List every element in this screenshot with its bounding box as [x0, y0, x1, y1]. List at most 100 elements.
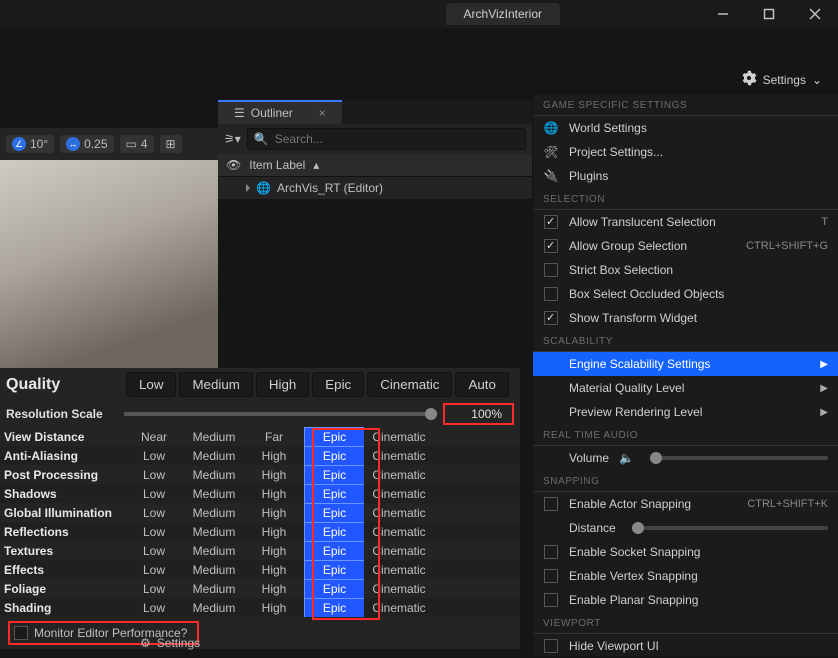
slider-knob[interactable] — [632, 522, 644, 534]
cell-low[interactable]: Low — [124, 522, 184, 541]
cell-low[interactable]: Low — [124, 465, 184, 484]
outliner-item[interactable]: 🌐 ArchVis_RT (Editor) — [218, 177, 532, 199]
cell-epic[interactable]: Epic — [304, 503, 364, 522]
cell-cinematic[interactable]: Cinematic — [364, 598, 434, 617]
quality-medium-button[interactable]: Medium — [179, 372, 252, 397]
cell-low[interactable]: Low — [124, 579, 184, 598]
menu-show-transform[interactable]: Show Transform Widget — [533, 306, 838, 330]
distance-row[interactable]: Distance — [533, 516, 838, 540]
cell-cinematic[interactable]: Cinematic — [364, 503, 434, 522]
quality-epic-button[interactable]: Epic — [312, 372, 364, 397]
cell-epic[interactable]: Epic — [304, 427, 364, 446]
viewport-angle-chip[interactable]: ∠10° — [6, 135, 54, 153]
search-input[interactable] — [275, 132, 430, 146]
slider-knob[interactable] — [425, 408, 437, 420]
menu-world-settings[interactable]: 🌐World Settings — [533, 116, 838, 140]
cell-high[interactable]: High — [244, 579, 304, 598]
cell-medium[interactable]: Medium — [184, 446, 244, 465]
outliner-tab[interactable]: ☰ Outliner × — [218, 100, 342, 124]
cell-low[interactable]: Low — [124, 598, 184, 617]
cell-medium[interactable]: Medium — [184, 541, 244, 560]
viewport-cam-chip[interactable]: ▭4 — [120, 135, 154, 153]
quality-auto-button[interactable]: Auto — [455, 372, 508, 397]
cell-cinematic[interactable]: Cinematic — [364, 541, 434, 560]
filter-icon[interactable]: ⚞▾ — [224, 132, 241, 146]
project-tab[interactable]: ArchVizInterior — [446, 3, 560, 25]
cell-high[interactable]: High — [244, 484, 304, 503]
menu-strict-box[interactable]: Strict Box Selection — [533, 258, 838, 282]
cell-cinematic[interactable]: Cinematic — [364, 579, 434, 598]
menu-preview-rendering[interactable]: Preview Rendering Level▶ — [533, 400, 838, 424]
cell-low[interactable]: Low — [124, 484, 184, 503]
close-button[interactable] — [792, 0, 838, 28]
monitor-checkbox[interactable] — [14, 626, 28, 640]
viewport-preview[interactable] — [0, 160, 218, 368]
outliner-search[interactable]: 🔍 — [247, 128, 526, 150]
cell-far[interactable]: Far — [244, 427, 304, 446]
distance-slider[interactable] — [632, 526, 828, 530]
cell-cinematic[interactable]: Cinematic — [364, 484, 434, 503]
cell-medium[interactable]: Medium — [184, 522, 244, 541]
slider-knob[interactable] — [650, 452, 662, 464]
cell-epic[interactable]: Epic — [304, 579, 364, 598]
cell-medium[interactable]: Medium — [184, 560, 244, 579]
menu-actor-snapping[interactable]: Enable Actor SnappingCTRL+SHIFT+K — [533, 492, 838, 516]
cell-cinematic[interactable]: Cinematic — [364, 465, 434, 484]
outliner-column-header[interactable]: 👁 Item Label ▴ — [218, 154, 532, 177]
minimize-button[interactable] — [700, 0, 746, 28]
settings-dropdown-button[interactable]: Settings ⌄ — [741, 70, 822, 89]
menu-allow-translucent[interactable]: Allow Translucent SelectionT — [533, 210, 838, 234]
cell-cinematic[interactable]: Cinematic — [364, 427, 434, 446]
cell-high[interactable]: High — [244, 522, 304, 541]
menu-project-settings[interactable]: 🛠Project Settings... — [533, 140, 838, 164]
cell-high[interactable]: High — [244, 446, 304, 465]
cell-low[interactable]: Low — [124, 560, 184, 579]
cell-medium[interactable]: Medium — [184, 503, 244, 522]
cell-low[interactable]: Low — [124, 446, 184, 465]
cell-medium[interactable]: Medium — [184, 579, 244, 598]
cell-near[interactable]: Near — [124, 427, 184, 446]
cell-epic[interactable]: Epic — [304, 560, 364, 579]
viewport-step-chip[interactable]: ↔0.25 — [60, 135, 113, 153]
bottom-settings-button[interactable]: ⚙ Settings — [140, 636, 200, 650]
cell-high[interactable]: High — [244, 541, 304, 560]
close-tab-icon[interactable]: × — [319, 106, 326, 120]
resolution-slider[interactable] — [124, 412, 437, 416]
cell-epic[interactable]: Epic — [304, 465, 364, 484]
viewport-grid-chip[interactable]: ⊞ — [160, 135, 182, 153]
cell-high[interactable]: High — [244, 598, 304, 617]
cell-high[interactable]: High — [244, 503, 304, 522]
quality-cinematic-button[interactable]: Cinematic — [367, 372, 452, 397]
menu-vertex-snapping[interactable]: Enable Vertex Snapping — [533, 564, 838, 588]
cell-epic[interactable]: Epic — [304, 541, 364, 560]
menu-allow-group[interactable]: Allow Group SelectionCTRL+SHIFT+G — [533, 234, 838, 258]
cell-epic[interactable]: Epic — [304, 522, 364, 541]
cell-medium[interactable]: Medium — [184, 427, 244, 446]
cell-medium[interactable]: Medium — [184, 484, 244, 503]
menu-hide-viewport-ui[interactable]: Hide Viewport UI — [533, 634, 838, 658]
cell-cinematic[interactable]: Cinematic — [364, 560, 434, 579]
menu-engine-scalability[interactable]: Engine Scalability Settings▶ — [533, 352, 838, 376]
cell-cinematic[interactable]: Cinematic — [364, 446, 434, 465]
cell-epic[interactable]: Epic — [304, 598, 364, 617]
cell-medium[interactable]: Medium — [184, 465, 244, 484]
menu-planar-snapping[interactable]: Enable Planar Snapping — [533, 588, 838, 612]
quality-low-button[interactable]: Low — [126, 372, 176, 397]
cell-cinematic[interactable]: Cinematic — [364, 522, 434, 541]
quality-high-button[interactable]: High — [256, 372, 309, 397]
cell-low[interactable]: Low — [124, 503, 184, 522]
cell-epic[interactable]: Epic — [304, 446, 364, 465]
menu-material-quality[interactable]: Material Quality Level▶ — [533, 376, 838, 400]
maximize-button[interactable] — [746, 0, 792, 28]
cell-high[interactable]: High — [244, 560, 304, 579]
expand-icon[interactable] — [246, 184, 250, 192]
cell-high[interactable]: High — [244, 465, 304, 484]
cell-epic[interactable]: Epic — [304, 484, 364, 503]
menu-socket-snapping[interactable]: Enable Socket Snapping — [533, 540, 838, 564]
volume-slider[interactable] — [650, 456, 828, 460]
volume-row[interactable]: Volume🔈 — [533, 446, 838, 470]
menu-box-occluded[interactable]: Box Select Occluded Objects — [533, 282, 838, 306]
cell-low[interactable]: Low — [124, 541, 184, 560]
cell-medium[interactable]: Medium — [184, 598, 244, 617]
menu-plugins[interactable]: 🔌Plugins — [533, 164, 838, 188]
